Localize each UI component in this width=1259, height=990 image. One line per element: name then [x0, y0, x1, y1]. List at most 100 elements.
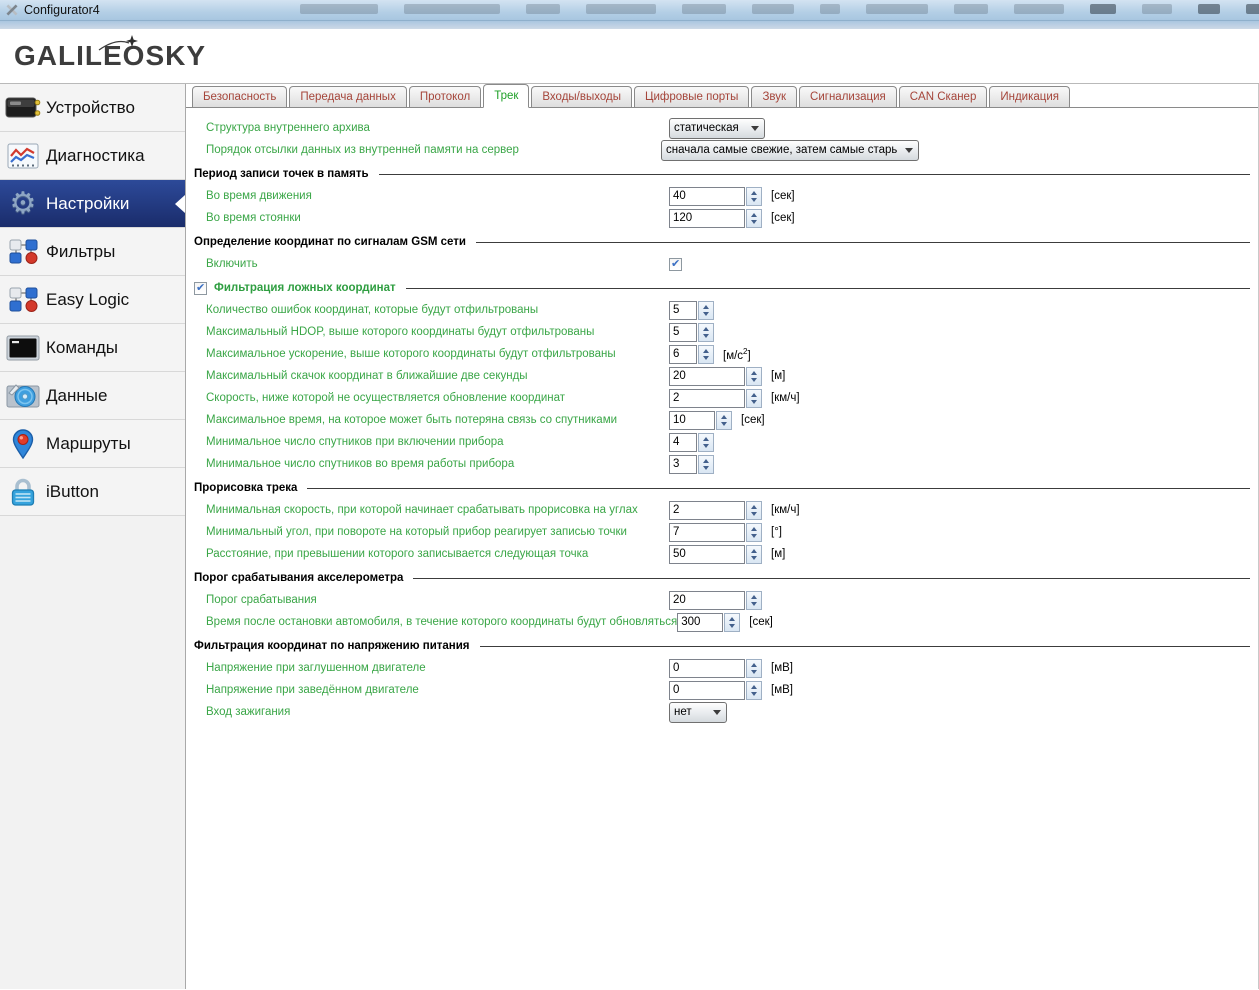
spin-down-icon[interactable] — [751, 400, 757, 404]
spinner-input[interactable] — [677, 613, 723, 632]
spinner-up-down-buttons[interactable] — [746, 545, 762, 564]
spinner-input[interactable] — [669, 433, 697, 452]
spinner-input[interactable] — [669, 345, 697, 364]
spin-up-icon[interactable] — [721, 415, 727, 419]
spin-down-icon[interactable] — [703, 334, 709, 338]
spin-up-icon[interactable] — [751, 663, 757, 667]
sidebar-item-diagnostics[interactable]: Диагностика — [0, 132, 185, 180]
spinner-input[interactable] — [669, 323, 697, 342]
tab-item-7[interactable]: Сигнализация — [799, 86, 897, 107]
tab-item-5[interactable]: Цифровые порты — [634, 86, 749, 107]
spinner-input[interactable] — [669, 681, 745, 700]
spin-down-icon[interactable] — [751, 670, 757, 674]
tab-item-0[interactable]: Безопасность — [192, 86, 287, 107]
spin-down-icon[interactable] — [751, 556, 757, 560]
dropdown-select[interactable]: статическая — [669, 118, 765, 139]
spin-down-icon[interactable] — [703, 466, 709, 470]
sidebar-item-easy-logic[interactable]: Easy Logic — [0, 276, 185, 324]
group-checkbox[interactable] — [194, 282, 207, 295]
spinner-input[interactable] — [669, 523, 745, 542]
sidebar-item-gear[interactable]: ⚙Настройки — [0, 180, 185, 228]
spinner-input[interactable] — [669, 455, 697, 474]
tab-item-2[interactable]: Протокол — [409, 86, 481, 107]
spin-down-icon[interactable] — [751, 602, 757, 606]
tab-trek[interactable]: Трек — [483, 84, 529, 108]
spin-down-icon[interactable] — [751, 692, 757, 696]
spin-up-icon[interactable] — [703, 349, 709, 353]
spin-up-icon[interactable] — [751, 549, 757, 553]
tab-item-6[interactable]: Звук — [751, 86, 797, 107]
spinner-input[interactable] — [669, 367, 745, 386]
setting-row: Время после остановки автомобиля, в тече… — [186, 611, 1258, 633]
spin-down-icon[interactable] — [703, 312, 709, 316]
spinner-input[interactable] — [669, 209, 745, 228]
spinner-up-down-buttons[interactable] — [746, 389, 762, 408]
spinner-input[interactable] — [669, 545, 745, 564]
spin-up-icon[interactable] — [729, 617, 735, 621]
setting-row: Максимальное ускорение, выше которого ко… — [186, 343, 1258, 365]
spin-up-icon[interactable] — [703, 327, 709, 331]
spinner-input[interactable] — [669, 501, 745, 520]
spinner-up-down-buttons[interactable] — [746, 367, 762, 386]
spin-up-icon[interactable] — [703, 305, 709, 309]
sidebar-item-routes-pin[interactable]: Маршруты — [0, 420, 185, 468]
titlebar-lower-strip — [0, 21, 1259, 29]
spin-up-icon[interactable] — [751, 393, 757, 397]
spinner-input[interactable] — [669, 411, 715, 430]
spinner-up-down-buttons[interactable] — [698, 345, 714, 364]
spin-up-icon[interactable] — [703, 437, 709, 441]
spinner-up-down-buttons[interactable] — [716, 411, 732, 430]
sidebar-item-ibutton-lock[interactable]: iButton — [0, 468, 185, 516]
enable-checkbox[interactable] — [669, 258, 682, 271]
spin-up-icon[interactable] — [751, 595, 757, 599]
spinner-input[interactable] — [669, 187, 745, 206]
spin-down-icon[interactable] — [751, 512, 757, 516]
spinner-up-down-buttons[interactable] — [746, 591, 762, 610]
spinner-up-down-buttons[interactable] — [698, 455, 714, 474]
tab-item-1[interactable]: Передача данных — [289, 86, 406, 107]
spinner-up-down-buttons[interactable] — [746, 659, 762, 678]
spinner-input[interactable] — [669, 591, 745, 610]
spin-up-icon[interactable] — [751, 191, 757, 195]
sidebar-item-device[interactable]: Устройство — [0, 84, 185, 132]
sidebar-item-data-disk[interactable]: Данные — [0, 372, 185, 420]
setting-row: Минимальный угол, при повороте на которы… — [186, 521, 1258, 543]
number-spinner — [669, 591, 762, 610]
spinner-up-down-buttons[interactable] — [698, 323, 714, 342]
spin-down-icon[interactable] — [703, 444, 709, 448]
spinner-up-down-buttons[interactable] — [698, 433, 714, 452]
spinner-up-down-buttons[interactable] — [724, 613, 740, 632]
spinner-up-down-buttons[interactable] — [698, 301, 714, 320]
spin-down-icon[interactable] — [721, 422, 727, 426]
spin-down-icon[interactable] — [751, 534, 757, 538]
spin-up-icon[interactable] — [751, 371, 757, 375]
spinner-up-down-buttons[interactable] — [746, 501, 762, 520]
spin-up-icon[interactable] — [703, 459, 709, 463]
spinner-up-down-buttons[interactable] — [746, 681, 762, 700]
spin-up-icon[interactable] — [751, 505, 757, 509]
sidebar-item-terminal[interactable]: Команды — [0, 324, 185, 372]
number-spinner — [669, 345, 714, 364]
spinner-input[interactable] — [669, 659, 745, 678]
setting-row: Количество ошибок координат, которые буд… — [186, 299, 1258, 321]
spin-down-icon[interactable] — [751, 220, 757, 224]
sidebar-item-filters[interactable]: Фильтры — [0, 228, 185, 276]
spinner-input[interactable] — [669, 301, 697, 320]
spin-up-icon[interactable] — [751, 685, 757, 689]
spin-up-icon[interactable] — [751, 213, 757, 217]
spinner-up-down-buttons[interactable] — [746, 523, 762, 542]
tab-item-9[interactable]: Индикация — [989, 86, 1070, 107]
spin-down-icon[interactable] — [751, 378, 757, 382]
dropdown-select[interactable]: нет — [669, 702, 727, 723]
dropdown-select[interactable]: сначала самые свежие, затем самые старые — [661, 140, 919, 161]
spinner-input[interactable] — [669, 389, 745, 408]
spinner-up-down-buttons[interactable] — [746, 187, 762, 206]
spin-down-icon[interactable] — [751, 198, 757, 202]
spin-down-icon[interactable] — [729, 624, 735, 628]
tab-item-4[interactable]: Входы/выходы — [531, 86, 632, 107]
tab-item-8[interactable]: CAN Сканер — [899, 86, 988, 107]
spin-down-icon[interactable] — [703, 356, 709, 360]
spin-up-icon[interactable] — [751, 527, 757, 531]
setting-row: Порядок отсылки данных из внутренней пам… — [186, 139, 1258, 161]
spinner-up-down-buttons[interactable] — [746, 209, 762, 228]
